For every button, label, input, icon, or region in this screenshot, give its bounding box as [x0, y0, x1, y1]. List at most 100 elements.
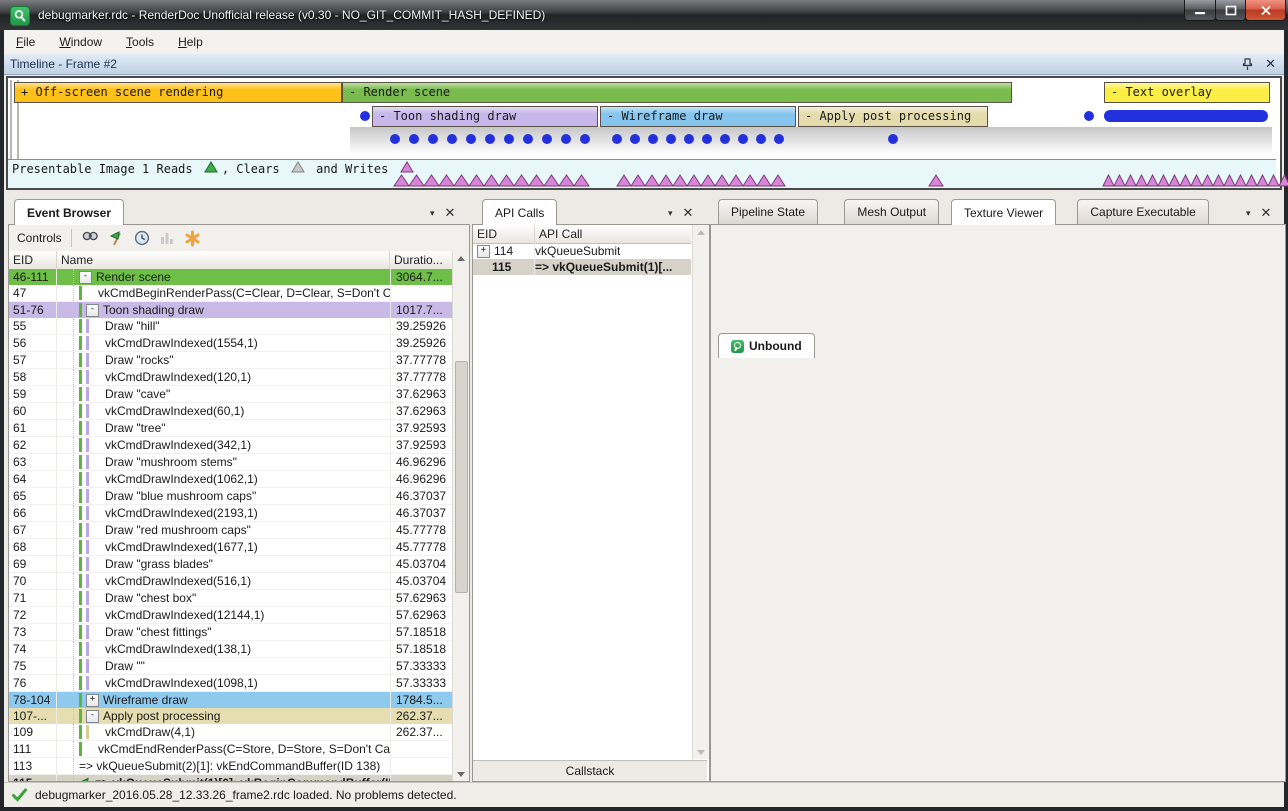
menu-item-help[interactable]: Help: [166, 31, 215, 53]
menu-item-tools[interactable]: Tools: [114, 31, 166, 53]
table-row[interactable]: 62vkCmdDrawIndexed(342,1)37.92593: [9, 437, 452, 454]
event-dot[interactable]: [1084, 111, 1094, 121]
event-dot[interactable]: [756, 134, 766, 144]
tab-mesh-output[interactable]: Mesh Output: [844, 199, 939, 224]
title-bar[interactable]: debugmarker.rdc - RenderDoc Unofficial r…: [0, 0, 1288, 30]
timeline-canvas[interactable]: + Off-screen scene rendering- Render sce…: [6, 76, 1282, 190]
timeline-marker-bar[interactable]: - Toon shading draw: [372, 106, 598, 127]
timeline-marker-bar[interactable]: - Wireframe draw: [600, 106, 796, 127]
api-table-header[interactable]: EID API Call: [473, 225, 691, 244]
table-row[interactable]: 66vkCmdDrawIndexed(2193,1)46.37037: [9, 505, 452, 522]
table-row[interactable]: 67Draw "red mushroom caps"45.77778: [9, 522, 452, 539]
close-button[interactable]: [1245, 0, 1286, 21]
table-row[interactable]: 109vkCmdDraw(4,1)262.37...: [9, 724, 452, 741]
collapse-icon[interactable]: -: [86, 304, 99, 317]
timeline-marker-bar[interactable]: - Render scene: [342, 82, 1012, 103]
panel-menu-icon[interactable]: ▾: [668, 208, 673, 219]
table-row[interactable]: 107-...-Apply post processing262.37...: [9, 708, 452, 724]
table-row[interactable]: 111vkCmdEndRenderPass(C=Store, D=Store, …: [9, 741, 452, 758]
timeline-marker-bar[interactable]: + Off-screen scene rendering: [14, 82, 342, 103]
event-dot[interactable]: [702, 134, 712, 144]
stats-icon[interactable]: [159, 230, 175, 246]
event-dot[interactable]: [648, 134, 658, 144]
event-dot[interactable]: [360, 111, 370, 121]
table-row[interactable]: 75Draw ""57.33333: [9, 658, 452, 675]
clock-icon[interactable]: [134, 230, 150, 246]
tab-api-calls[interactable]: API Calls: [482, 199, 557, 225]
menu-item-window[interactable]: Window: [47, 31, 114, 53]
event-dot[interactable]: [409, 134, 419, 144]
close-icon[interactable]: ✕: [445, 205, 456, 221]
timeline-marker-bar[interactable]: - Apply post processing: [798, 106, 988, 127]
tab-unbound-texture[interactable]: Unbound: [718, 333, 815, 358]
event-dot[interactable]: [428, 134, 438, 144]
event-dot[interactable]: [612, 134, 622, 144]
table-row[interactable]: 63Draw "mushroom stems"46.96296: [9, 454, 452, 471]
find-icon[interactable]: [81, 230, 99, 246]
table-row[interactable]: 71Draw "chest box"57.62963: [9, 590, 452, 607]
table-row[interactable]: 58vkCmdDrawIndexed(120,1)37.77778: [9, 369, 452, 386]
table-row[interactable]: 60vkCmdDrawIndexed(60,1)37.62963: [9, 403, 452, 420]
collapse-icon[interactable]: -: [79, 271, 92, 284]
table-row[interactable]: 113=> vkQueueSubmit(2)[1]: vkEndCommandB…: [9, 758, 452, 775]
event-dot[interactable]: [390, 134, 400, 144]
event-dot[interactable]: [774, 134, 784, 144]
event-dot[interactable]: [561, 134, 571, 144]
tab-texture-viewer[interactable]: Texture Viewer: [951, 199, 1056, 225]
event-dot[interactable]: [888, 134, 898, 144]
table-row[interactable]: 78-104+Wireframe draw1784.5...: [9, 692, 452, 708]
table-row[interactable]: 55Draw "hill"39.25926: [9, 318, 452, 335]
event-table-header[interactable]: EID Name Duratio...: [9, 251, 452, 270]
table-row[interactable]: 69Draw "grass blades"45.03704: [9, 556, 452, 573]
expand-icon[interactable]: +: [477, 245, 490, 258]
table-row[interactable]: 70vkCmdDrawIndexed(516,1)45.03704: [9, 573, 452, 590]
table-row[interactable]: 64vkCmdDrawIndexed(1062,1)46.96296: [9, 471, 452, 488]
tab-capture-executable[interactable]: Capture Executable: [1077, 199, 1208, 224]
table-row[interactable]: 61Draw "tree"37.92593: [9, 420, 452, 437]
pin-icon[interactable]: [1242, 58, 1253, 71]
table-row[interactable]: 57Draw "rocks"37.77778: [9, 352, 452, 369]
table-row[interactable]: 56vkCmdDrawIndexed(1554,1)39.25926: [9, 335, 452, 352]
table-row[interactable]: 76vkCmdDrawIndexed(1098,1)57.33333: [9, 675, 452, 692]
maximize-button[interactable]: [1215, 0, 1246, 21]
event-dot[interactable]: [630, 134, 640, 144]
expand-icon[interactable]: +: [86, 694, 99, 707]
panel-menu-icon[interactable]: ▾: [430, 208, 435, 219]
table-row[interactable]: 65Draw "blue mushroom caps"46.37037: [9, 488, 452, 505]
panel-menu-icon[interactable]: ▾: [1246, 208, 1251, 219]
timeline-marker-bar[interactable]: - Text overlay: [1104, 82, 1270, 103]
event-dot[interactable]: [466, 134, 476, 144]
api-calls-scrollbar[interactable]: [692, 225, 709, 759]
bookmark-star-icon[interactable]: [184, 230, 201, 247]
event-dot[interactable]: [666, 134, 676, 144]
event-dot[interactable]: [580, 134, 590, 144]
minimize-button[interactable]: [1184, 0, 1216, 21]
table-row[interactable]: 59Draw "cave"37.62963: [9, 386, 452, 403]
table-row[interactable]: 68vkCmdDrawIndexed(1677,1)45.77778: [9, 539, 452, 556]
table-row[interactable]: 47vkCmdBeginRenderPass(C=Clear, D=Clear,…: [9, 285, 452, 302]
close-icon[interactable]: ✕: [683, 205, 694, 221]
event-dot[interactable]: [485, 134, 495, 144]
table-row[interactable]: 73Draw "chest fittings"57.18518: [9, 624, 452, 641]
event-dot[interactable]: [523, 134, 533, 144]
table-row[interactable]: 51-76-Toon shading draw1017.7...: [9, 302, 452, 318]
close-icon[interactable]: ✕: [1261, 205, 1272, 221]
collapse-icon[interactable]: -: [86, 710, 99, 723]
event-browser-scrollbar[interactable]: [452, 251, 469, 781]
event-dot[interactable]: [542, 134, 552, 144]
tab-event-browser[interactable]: Event Browser: [14, 199, 124, 225]
timeline-panel-header[interactable]: Timeline - Frame #2 ✕: [4, 54, 1284, 75]
event-dot[interactable]: [504, 134, 514, 144]
event-dot[interactable]: [447, 134, 457, 144]
table-row[interactable]: 115=> vkQueueSubmit(1)[0]: vkBeginComman…: [9, 775, 452, 781]
event-dot[interactable]: [738, 134, 748, 144]
close-icon[interactable]: ✕: [1265, 56, 1276, 72]
table-row[interactable]: 115=> vkQueueSubmit(1)[...: [473, 259, 691, 275]
scrollbar-thumb[interactable]: [455, 361, 468, 593]
bookmark-flag-icon[interactable]: [108, 230, 125, 247]
dense-events-pill[interactable]: [1104, 110, 1268, 122]
event-dot[interactable]: [720, 134, 730, 144]
table-row[interactable]: +114vkQueueSubmit: [473, 243, 691, 259]
table-row[interactable]: 46-111-Render scene3064.7...: [9, 269, 452, 285]
tab-pipeline-state[interactable]: Pipeline State: [718, 199, 818, 224]
